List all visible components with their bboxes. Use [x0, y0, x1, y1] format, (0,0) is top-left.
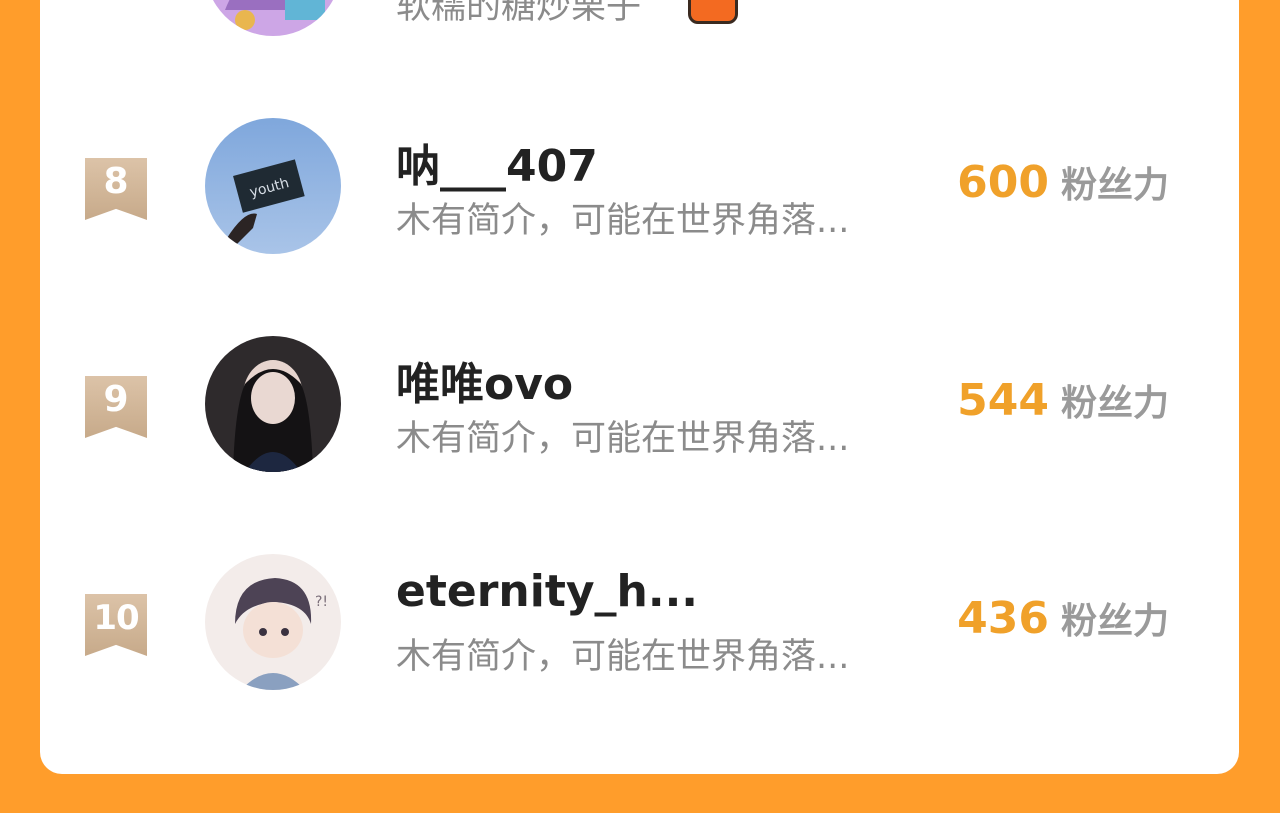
fan-power-number: 600	[957, 157, 1049, 208]
girl-photo-avatar-icon	[205, 336, 341, 472]
avatar[interactable]	[205, 0, 341, 36]
fan-power-unit: 粉丝力	[1060, 383, 1169, 424]
leaderboard-card: 软糯的糖炒栗子 8 youth 呐___407 木有简介，可能在世界角落... …	[40, 0, 1239, 774]
rank-badge: 9	[85, 376, 147, 438]
svg-text:?!: ?!	[315, 594, 328, 610]
list-item[interactable]: 10 ?! eternity_h... 木有简介，可能在世界角落... 436 粉…	[40, 554, 1239, 694]
youth-card-avatar-icon: youth	[205, 118, 341, 254]
user-name[interactable]: 唯唯ovo	[396, 348, 573, 412]
anime-boy-avatar-icon: ?!	[205, 554, 341, 690]
avatar[interactable]: youth	[205, 118, 341, 254]
list-item[interactable]: 9 唯唯ovo 木有简介，可能在世界角落... 544 粉丝力	[40, 336, 1239, 476]
rank-badge: 10	[85, 594, 147, 656]
list-item[interactable]: 8 youth 呐___407 木有简介，可能在世界角落... 600 粉丝力	[40, 118, 1239, 258]
fan-power: 600 粉丝力	[957, 156, 1169, 208]
fan-power: 544 粉丝力	[957, 374, 1169, 426]
anime-girl-avatar-icon	[205, 0, 341, 36]
avatar[interactable]	[205, 336, 341, 472]
user-name[interactable]: 呐___407	[396, 130, 598, 194]
fan-power: 436 粉丝力	[957, 592, 1169, 644]
avatar[interactable]: ?!	[205, 554, 341, 690]
list-item-partial[interactable]: 软糯的糖炒栗子	[40, 0, 1239, 40]
user-bio: 软糯的糖炒栗子	[396, 0, 642, 27]
fan-power-unit: 粉丝力	[1060, 165, 1169, 206]
user-name[interactable]: eternity_h...	[396, 566, 698, 617]
user-bio: 木有简介，可能在世界角落...	[396, 419, 850, 459]
fan-power-number: 436	[957, 593, 1049, 644]
fan-power-number: 544	[957, 375, 1049, 426]
user-bio: 木有简介，可能在世界角落...	[396, 637, 850, 677]
fan-power-unit: 粉丝力	[1060, 601, 1169, 642]
user-bio: 木有简介，可能在世界角落...	[396, 201, 850, 241]
emoji-icon	[688, 0, 738, 24]
rank-badge: 8	[85, 158, 147, 220]
